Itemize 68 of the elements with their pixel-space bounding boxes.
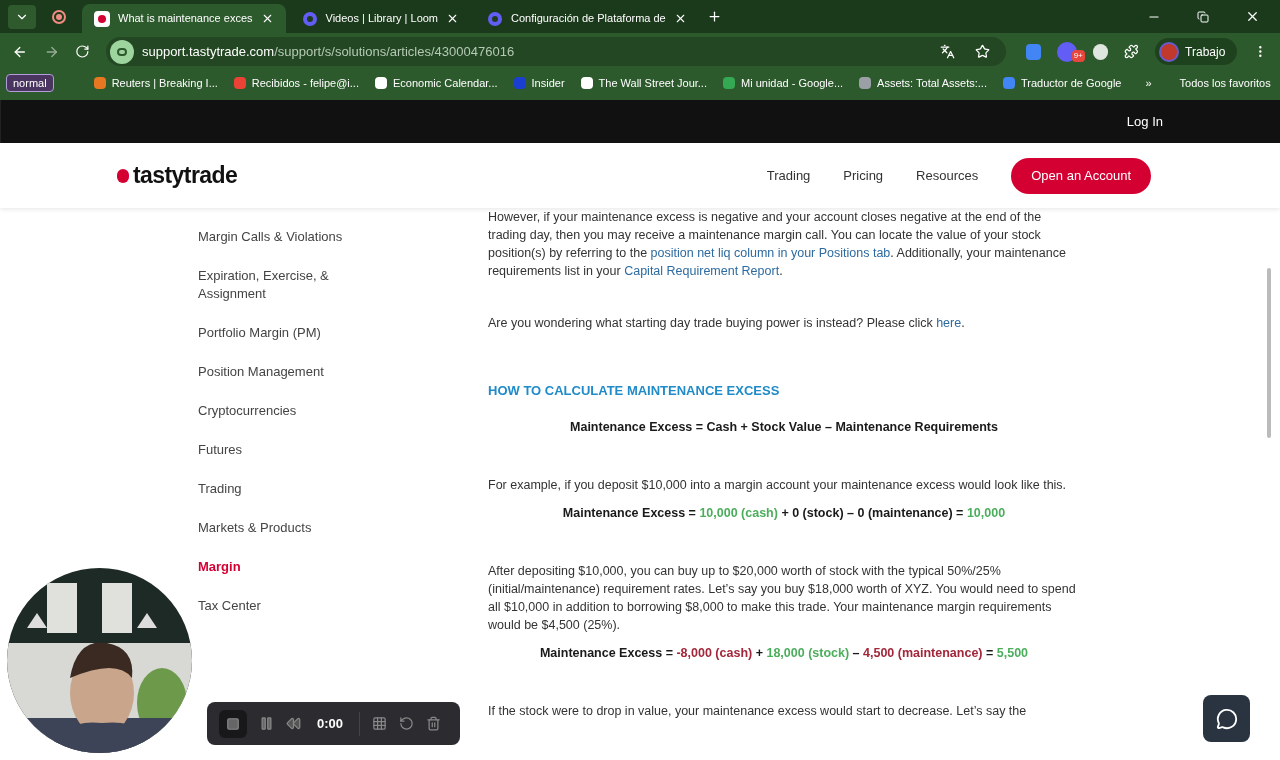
browser-tab[interactable]: What is maintenance exces <box>82 4 286 33</box>
grid-icon[interactable] <box>372 716 388 731</box>
bookmark-link[interactable]: Recibidos - felipe@i... <box>251 74 359 92</box>
trash-icon[interactable] <box>426 716 442 731</box>
chat-icon <box>1215 707 1238 730</box>
sidebar-link[interactable]: Trading <box>198 480 348 498</box>
sidebar-link[interactable]: Position Management <box>198 363 348 381</box>
bookmark-star-icon[interactable] <box>974 44 990 59</box>
bookmark-link[interactable]: Assets: Total Assets:... <box>877 74 987 92</box>
tab-favicon-icon <box>94 10 110 27</box>
profile-button[interactable]: Trabajo <box>1155 38 1238 65</box>
nav-link[interactable]: Pricing <box>843 165 884 186</box>
formula: Maintenance Excess = Cash + Stock Value – Maintenance Requirements <box>569 419 999 436</box>
rewind-icon[interactable] <box>286 716 301 731</box>
sidebar-link[interactable]: Tax Center <box>198 597 348 615</box>
browser-tab[interactable]: Videos | Library | Loom <box>289 4 472 33</box>
scrollbar[interactable] <box>1267 268 1271 438</box>
recording-icon[interactable] <box>52 9 66 24</box>
new-tab-icon[interactable] <box>706 9 722 24</box>
close-icon[interactable] <box>1245 9 1260 24</box>
bookmark-link[interactable]: The Wall Street Jour... <box>598 74 707 92</box>
all-bookmarks-link[interactable]: Todos los favoritos <box>1179 74 1271 92</box>
bookmark-link[interactable]: Traductor de Google <box>1020 74 1122 92</box>
tab-title: What is maintenance exces <box>118 11 253 27</box>
more-bookmarks-button[interactable]: » <box>1145 74 1152 92</box>
sidebar-link[interactable]: Margin Calls & Violations <box>198 228 348 246</box>
tab-title: Configuración de Plataforma de <box>511 11 666 27</box>
formula: Maintenance Excess = 10,000 (cash) + 0 (stock) – 0 (maintenance) = 10,000 <box>561 505 1007 522</box>
open-account-button[interactable]: Open an Account <box>1011 157 1151 194</box>
sidebar-link[interactable]: Markets & Products <box>198 519 348 537</box>
sidebar-link[interactable]: Futures <box>198 441 348 459</box>
bookmark-link[interactable]: Economic Calendar... <box>392 74 498 92</box>
stop-icon <box>226 716 240 731</box>
logo-text[interactable]: tastytrade <box>133 158 238 193</box>
login-link[interactable]: Log In <box>1126 111 1163 132</box>
cherry-logo-icon <box>117 168 129 183</box>
bookmark-link[interactable]: Insider <box>531 74 565 92</box>
paragraph: If the stock were to drop in value, your maintenance excess would start to decrease. Let’s say the <box>488 703 1028 720</box>
paragraph: After depositing $10,000, you can buy up to $20,000 worth of stock with the typical 50%/25% (initial/maintenance) requirement rates. Let’s say you buy $18,000 worth of XYZ. You would need to spend all $10,000 in addition to borrowing $8,000 to make this trade. Your maintenance margin requirements would be $4,500 (25%). <box>488 563 1077 634</box>
paragraph: For example, if you deposit $10,000 into a margin account your maintenance excess would look like this. <box>488 477 1068 494</box>
extension-icon[interactable] <box>1092 43 1109 60</box>
nav-link[interactable]: Trading <box>766 165 811 186</box>
restart-icon[interactable] <box>399 716 415 731</box>
restore-icon[interactable] <box>1197 10 1209 23</box>
tab-search-button[interactable] <box>8 4 36 29</box>
extensions-icon[interactable] <box>1124 44 1140 59</box>
profile-chip[interactable]: normal <box>6 73 54 93</box>
sidebar-link[interactable]: Expiration, Exercise, & Assignment <box>198 267 348 303</box>
sidebar-link[interactable]: Portfolio Margin (PM) <box>198 324 348 342</box>
sidebar-link[interactable]: Margin <box>198 558 348 576</box>
sidebar-link[interactable]: Cryptocurrencies <box>198 402 348 420</box>
pause-icon[interactable] <box>259 716 274 731</box>
reload-icon[interactable] <box>75 44 90 59</box>
address-bar[interactable]: support.tastytrade.com/support/s/solutions/articles/43000476016 <box>105 37 1006 66</box>
bookmark-link[interactable]: Mi unidad - Google... <box>741 74 844 92</box>
paragraph: Are you wondering what starting day trade buying power is instead? Please click here. <box>488 315 966 332</box>
recording-timer: 0:00 <box>317 714 344 733</box>
browser-tab[interactable]: Configuración de Plataforma de <box>475 4 699 33</box>
section-heading: HOW TO CALCULATE MAINTENANCE EXCESS <box>488 382 781 400</box>
bookmark-link[interactable]: Reuters | Breaking I... <box>111 74 218 92</box>
avatar-icon <box>1159 41 1180 62</box>
url-text: support.tastytrade.com/support/s/solutions/articles/43000476016 <box>141 42 516 61</box>
paragraph: However, if your maintenance excess is negative and your account closes negative at the end of the trading day, then you may receive a maintenance margin call. You can locate the value of your stock position(s) by referring to the position net liq column in your Positions tab. Additionally, your maintenance requirements list in your Capital Requirement Report. <box>488 209 1067 280</box>
chat-button[interactable] <box>1203 695 1250 742</box>
formula: Maintenance Excess = -8,000 (cash) + 18,000 (stock) – 4,500 (maintenance) = 5,500 <box>538 645 1030 662</box>
tab-title: Videos | Library | Loom <box>325 11 439 27</box>
nav-link[interactable]: Resources <box>916 165 979 186</box>
stop-button[interactable] <box>219 709 247 738</box>
